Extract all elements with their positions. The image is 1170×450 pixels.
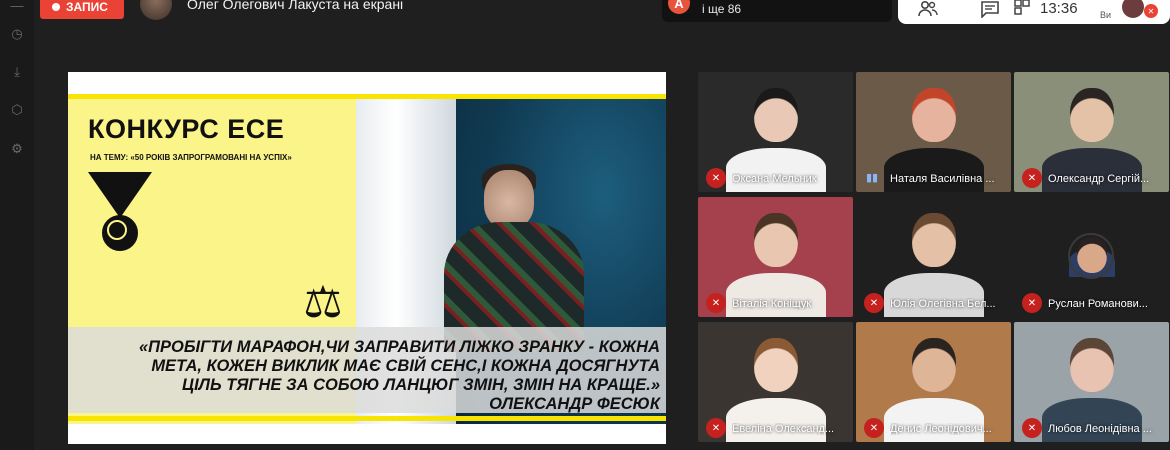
participant-body (1041, 148, 1142, 192)
participant-body (1041, 398, 1142, 442)
participant-tile[interactable]: ✕ Олександр Сергій... (1014, 72, 1169, 192)
scales-icon: ⚖ (303, 278, 343, 327)
left-sidebar: — ◷ ⤓ ⬡ ⚙ (0, 0, 34, 450)
slide-quote: «ПРОБІГТИ МАРАФОН,ЧИ ЗАПРАВИТИ ЛІЖКО ЗРА… (76, 338, 660, 414)
presenter-avatar (140, 0, 172, 20)
record-label: ЗАПИС (66, 0, 108, 14)
meeting-controls: 13:36 Ви ✕ (898, 0, 1170, 24)
bottom-stripe (68, 416, 666, 421)
mic-off-icon: ✕ (706, 293, 726, 313)
mic-off-icon: ✕ (1022, 168, 1042, 188)
participant-body (725, 398, 826, 442)
chat-icon[interactable] (980, 0, 1000, 23)
box-icon[interactable]: ⬡ (8, 101, 26, 119)
talking-icon: ▮▮ (866, 172, 879, 184)
mic-off-icon: ✕ (1022, 418, 1042, 438)
participant-body (883, 398, 984, 442)
presenter-text: Олег Олегович Лакуста на екрані (187, 0, 404, 12)
participant-notification[interactable]: A і ще 86 (662, 0, 892, 22)
participant-body (883, 148, 984, 192)
participant-name: Денис Леонідович... (890, 423, 992, 435)
participant-tile[interactable]: ✕ Руслан Романови... (1014, 197, 1169, 317)
notification-avatar: A (668, 0, 690, 14)
quote-author: ОЛЕКСАНДР ФЕСЮК (489, 395, 660, 413)
participant-body (725, 148, 826, 192)
top-bar: ЗАПИС Олег Олегович Лакуста на екрані A … (0, 0, 1170, 24)
participant-body (883, 273, 984, 317)
self-label: Ви (1100, 10, 1112, 20)
avatar-circle (1068, 233, 1114, 279)
record-dot-icon (52, 2, 60, 11)
history-icon[interactable]: ◷ (8, 25, 26, 43)
participant-tile[interactable]: ✕ Евеліна Олександ... (698, 322, 853, 442)
activities-icon[interactable] (1013, 0, 1031, 21)
medal-inner (107, 220, 127, 240)
quote-line: «ПРОБІГТИ МАРАФОН,ЧИ ЗАПРАВИТИ ЛІЖКО ЗРА… (138, 338, 660, 356)
top-stripe (68, 94, 666, 99)
mic-off-icon: ✕ (864, 418, 884, 438)
self-avatar[interactable] (1122, 0, 1144, 18)
slide-person (484, 170, 534, 228)
mic-off-icon: ✕ (864, 293, 884, 313)
presentation-slide: КОНКУРС ЕСЕ НА ТЕМУ: «50 РОКІВ ЗАПРОГРАМ… (68, 72, 666, 444)
participant-tile[interactable]: ✕ Денис Леонідович... (856, 322, 1011, 442)
participant-face (753, 213, 798, 267)
participant-name: Евеліна Олександ... (732, 423, 835, 435)
participant-face (911, 88, 956, 142)
participant-body (725, 273, 826, 317)
participant-tile[interactable]: ✕ Юлія Олегівна Бел... (856, 197, 1011, 317)
participant-tile[interactable]: ✕ Оксана Мельник (698, 72, 853, 192)
participant-name: Оксана Мельник (732, 173, 817, 185)
settings-icon[interactable]: ⚙ (8, 140, 26, 158)
participant-tile[interactable]: ✕ Віталія Коніщук (698, 197, 853, 317)
participant-name: Віталія Коніщук (732, 298, 812, 310)
clock: 13:36 (1040, 0, 1078, 17)
participant-name: Олександр Сергій... (1048, 173, 1150, 185)
record-button[interactable]: ЗАПИС (40, 0, 124, 19)
mic-off-icon: ✕ (1144, 4, 1158, 18)
participant-name: Наталя Василівна ... (890, 173, 995, 185)
slide-title: КОНКУРС ЕСЕ (88, 114, 285, 144)
quote-line: МЕТА, КОЖЕН ВИКЛИК МАЄ СВІЙ СЕНС,І КОЖНА… (151, 357, 660, 375)
people-icon[interactable] (918, 0, 938, 23)
participant-face (911, 213, 956, 267)
download-icon[interactable]: ⤓ (8, 63, 26, 81)
slide-subtitle: НА ТЕМУ: «50 РОКІВ ЗАПРОГРАМОВАНІ НА УСП… (90, 153, 292, 162)
participant-name: Любов Леонідівна ... (1048, 423, 1152, 435)
quote-line: ЦІЛЬ ТЯГНЕ ЗА СОБОЮ ЛАНЦЮГ ЗМІН, ЗМІН НА… (182, 376, 660, 394)
participant-face (1069, 338, 1114, 392)
participant-name: Руслан Романови... (1048, 298, 1148, 310)
medal-ribbon (88, 172, 152, 218)
mic-off-icon: ✕ (1022, 293, 1042, 313)
participant-face (1069, 88, 1114, 142)
participant-tile[interactable]: ✕ Любов Леонідівна ... (1014, 322, 1169, 442)
participant-face (753, 88, 798, 142)
participant-name: Юлія Олегівна Бел... (890, 298, 996, 310)
participant-face (911, 338, 956, 392)
participant-face (753, 338, 798, 392)
notification-text: і ще 86 (702, 2, 742, 16)
mic-off-icon: ✕ (706, 168, 726, 188)
mic-off-icon: ✕ (706, 418, 726, 438)
participant-tile[interactable]: ▮▮ Наталя Василівна ... (856, 72, 1011, 192)
